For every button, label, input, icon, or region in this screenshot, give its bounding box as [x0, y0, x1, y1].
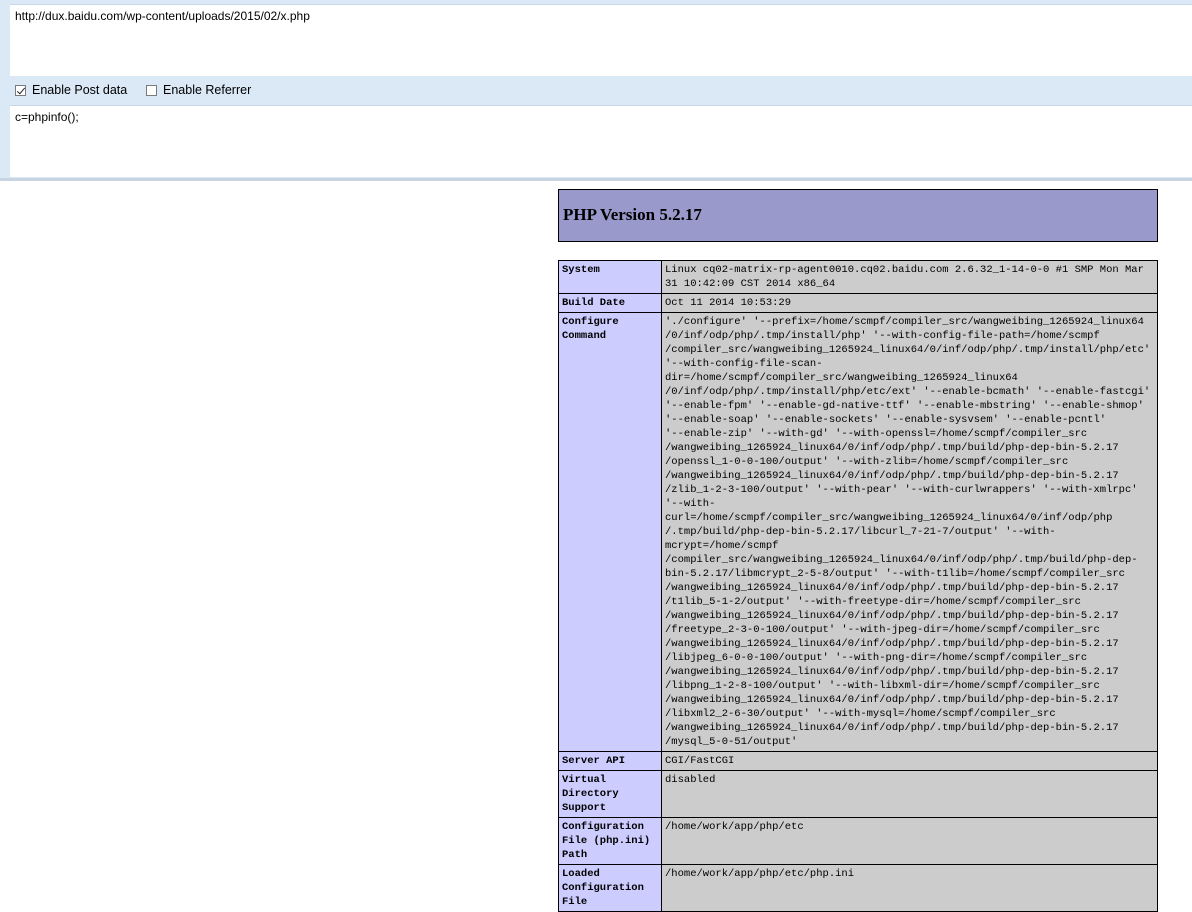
phpinfo-key: System: [558, 260, 662, 294]
phpinfo-key: Build Date: [558, 293, 662, 313]
phpinfo-key: Loaded Configuration File: [558, 864, 662, 912]
phpinfo-value: './configure' '--prefix=/home/scmpf/comp…: [661, 312, 1158, 752]
phpinfo-value-text: Oct 11 2014 10:53:29: [665, 297, 792, 309]
url-text: http://dux.baidu.com/wp-content/uploads/…: [15, 9, 310, 23]
phpinfo-row: System Linux cq02-matrix-rp-agent0010.cq0…: [558, 260, 1158, 294]
phpinfo-value-text: disabled: [665, 774, 716, 786]
enable-post-label: Enable Post data: [32, 83, 128, 97]
phpinfo-value-text: './configure' '--prefix=/home/scmpf/comp…: [665, 316, 1151, 748]
phpinfo-value-text: Linux cq02-matrix-rp-agent0010.cq02.baid…: [665, 264, 1144, 290]
phpinfo-value: disabled: [661, 770, 1158, 818]
phpinfo-value: /home/work/app/php/etc: [661, 817, 1158, 865]
phpinfo-value: CGI/FastCGI: [661, 751, 1158, 771]
php-version-title: PHP Version 5.2.17: [563, 205, 702, 224]
post-data-input[interactable]: c=phpinfo();: [10, 105, 1192, 177]
enable-referrer-checkbox[interactable]: [146, 84, 157, 96]
phpinfo-row: Loaded Configuration File/home/work/app/…: [558, 864, 1158, 912]
phpinfo-value-text: CGI/FastCGI: [665, 755, 735, 767]
phpinfo-row: Server API CGI/FastCGI: [558, 751, 1158, 771]
post-data-text: c=phpinfo();: [15, 110, 79, 124]
enable-post-option[interactable]: Enable Post data: [15, 83, 127, 97]
phpinfo-row: Configuration File (php.ini) Path/home/w…: [558, 817, 1158, 865]
phpinfo-value: Oct 11 2014 10:53:29: [661, 293, 1158, 313]
phpinfo-value: Linux cq02-matrix-rp-agent0010.cq02.baid…: [661, 260, 1158, 294]
phpinfo-value: /home/work/app/php/etc/php.ini: [661, 864, 1158, 912]
options-row: Enable Post data Enable Referrer: [0, 80, 1192, 102]
url-input[interactable]: http://dux.baidu.com/wp-content/uploads/…: [10, 4, 1192, 76]
phpinfo-key: Configuration File (php.ini) Path: [558, 817, 662, 865]
panel-separator: [0, 178, 1192, 181]
enable-referrer-option[interactable]: Enable Referrer: [146, 83, 251, 97]
phpinfo-value-text: /home/work/app/php/etc: [665, 821, 804, 833]
enable-post-checkbox[interactable]: [15, 84, 26, 96]
enable-referrer-label: Enable Referrer: [163, 83, 252, 97]
phpinfo-key: Server API: [558, 751, 662, 771]
phpinfo-row: Virtual Directory Support disabled: [558, 770, 1158, 818]
phpinfo-page: PHP Version 5.2.17 System Linux cq02-matr…: [558, 189, 1158, 912]
phpinfo-key: Virtual Directory Support: [558, 770, 662, 818]
phpinfo-value-text: /home/work/app/php/etc/php.ini: [665, 868, 855, 880]
phpinfo-row: Build Date Oct 11 2014 10:53:29: [558, 293, 1158, 313]
hackbar-panel: http://dux.baidu.com/wp-content/uploads/…: [0, 0, 1192, 181]
phpinfo-row: Configure Command './configure' '--prefix…: [558, 312, 1158, 752]
php-version-header: PHP Version 5.2.17: [558, 189, 1158, 242]
phpinfo-table: System Linux cq02-matrix-rp-agent0010.cq0…: [558, 260, 1158, 912]
phpinfo-key: Configure Command: [558, 312, 662, 752]
